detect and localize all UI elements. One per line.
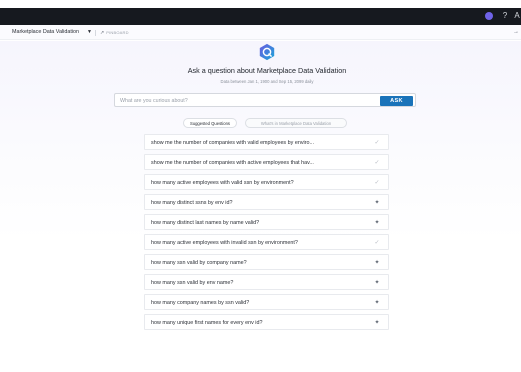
question-text: how many ssn valid by env name? (151, 279, 234, 286)
question-text: show me the number of companies with val… (151, 139, 314, 146)
suggested-question[interactable]: how many active employees with invalid s… (144, 234, 389, 250)
dataset-selector[interactable]: Marketplace Data Validation (12, 28, 79, 37)
question-text: how many ssn valid by company name? (151, 259, 247, 266)
user-icon[interactable]: A (512, 10, 521, 22)
check-icon: ✓ (374, 139, 380, 146)
suggested-question[interactable]: how many ssn valid by company name? ✦ (144, 254, 389, 270)
suggested-question[interactable]: how many active employees with valid ssn… (144, 174, 389, 190)
avatar[interactable] (485, 12, 493, 20)
tab-whats-in-dataset[interactable]: What's in Marketplace Data Validation (245, 118, 347, 128)
pinboard-link[interactable]: ↗ PINBOARD (100, 28, 129, 38)
question-text: how many unique first names for every en… (151, 319, 263, 326)
suggested-question[interactable]: how many company names by ssn valid? ✦ (144, 294, 389, 310)
caret-down-icon[interactable]: ▼ (87, 28, 92, 37)
suggested-question[interactable]: how many distinct last names by name val… (144, 214, 389, 230)
question-input[interactable] (120, 96, 370, 105)
question-text: show me the number of companies with act… (151, 159, 314, 166)
question-text: how many active employees with invalid s… (151, 239, 298, 246)
question-text: how many distinct ssns by env id? (151, 199, 233, 206)
sparkle-icon: ✦ (374, 279, 380, 286)
suggested-question[interactable]: show me the number of companies with act… (144, 154, 389, 170)
sparkle-icon: ✦ (374, 319, 380, 326)
question-search-bar: ASK (114, 93, 416, 107)
sparkle-icon: ✦ (374, 219, 380, 226)
page-title: Ask a question about Marketplace Data Va… (187, 66, 347, 75)
sparkle-icon: ✦ (374, 199, 380, 206)
external-link-icon: ↗ (100, 30, 105, 36)
question-text: how many distinct last names by name val… (151, 219, 260, 226)
tab-suggested-questions[interactable]: Suggested Questions (183, 118, 237, 128)
check-icon: ✓ (374, 179, 380, 186)
ask-button[interactable]: ASK (380, 95, 413, 106)
divider (95, 30, 96, 36)
date-range-subtitle: Data between Jan 1, 1900 and Sep 15, 209… (220, 79, 314, 84)
help-icon[interactable]: ? (500, 10, 510, 22)
suggested-question[interactable]: how many ssn valid by env name? ✦ (144, 274, 389, 290)
suggested-question[interactable]: how many unique first names for every en… (144, 314, 389, 330)
arrow-right-icon[interactable]: → (513, 28, 519, 37)
suggested-question[interactable]: how many distinct ssns by env id? ✦ (144, 194, 389, 210)
check-icon: ✓ (374, 159, 380, 166)
dataset-header: Marketplace Data Validation ▼ ↗ PINBOARD … (0, 25, 521, 40)
q-logo-icon (259, 43, 275, 61)
suggested-question[interactable]: show me the number of companies with val… (144, 134, 389, 150)
sparkle-icon: ✦ (374, 259, 380, 266)
question-text: how many company names by ssn valid? (151, 299, 250, 306)
question-text: how many active employees with valid ssn… (151, 179, 294, 186)
check-icon: ✓ (374, 239, 380, 246)
top-navigation-bar: ? A (0, 8, 521, 25)
sparkle-icon: ✦ (374, 299, 380, 306)
pinboard-label: PINBOARD (106, 30, 129, 35)
